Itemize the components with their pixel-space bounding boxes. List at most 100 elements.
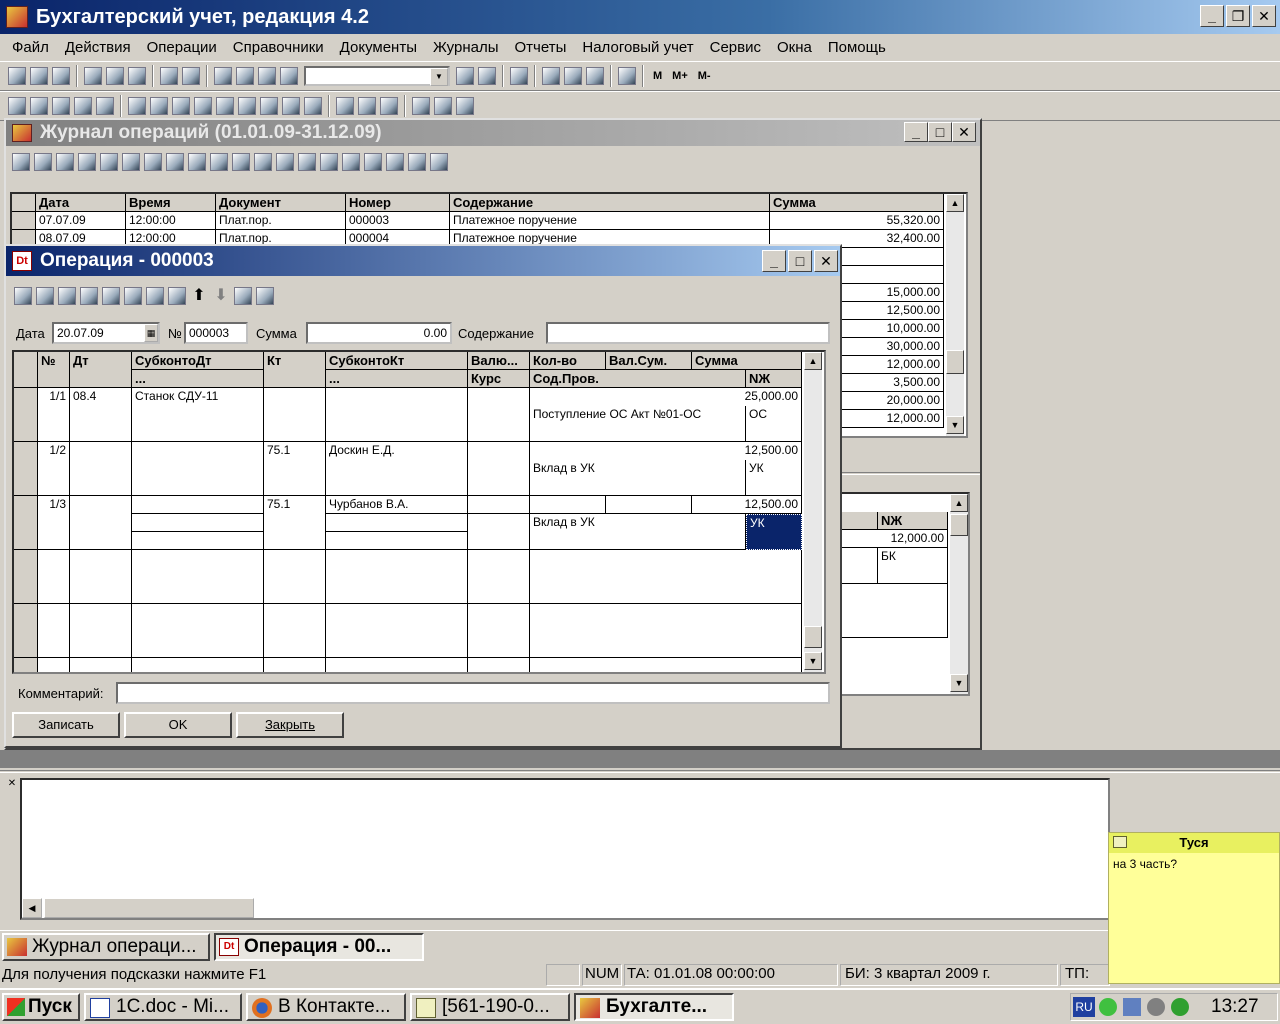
journal-tool-7-icon[interactable]	[144, 153, 162, 171]
scroll-up-icon[interactable]: ▲	[946, 194, 964, 212]
menu-service[interactable]: Сервис	[702, 39, 769, 56]
menu-reports[interactable]: Отчеты	[507, 39, 575, 56]
save-button[interactable]: Записать	[12, 712, 120, 738]
col-subconto-dt-2[interactable]: ...	[132, 370, 264, 388]
scroll-up-icon[interactable]: ▲	[804, 352, 822, 370]
menu-operations[interactable]: Операции	[139, 39, 225, 56]
close-dialog-button[interactable]: Закрыть	[236, 712, 344, 738]
col-n[interactable]: №	[38, 352, 70, 388]
op-new-entry-icon[interactable]	[14, 287, 32, 305]
calc-2-icon[interactable]	[358, 97, 376, 115]
clock[interactable]: 13:27	[1211, 996, 1259, 1018]
journal-tool-12-icon[interactable]	[254, 153, 272, 171]
task-firefox[interactable]: В Контакте...	[246, 993, 406, 1021]
antivirus-icon[interactable]	[1171, 998, 1189, 1016]
comment-field[interactable]	[116, 682, 830, 704]
number-field[interactable]: 000003	[184, 322, 248, 344]
calc-1-icon[interactable]	[336, 97, 354, 115]
col-entry-nzh[interactable]: NЖ	[746, 370, 802, 388]
calendar-icon[interactable]	[564, 67, 582, 85]
print-preview-icon[interactable]	[182, 67, 200, 85]
journal-tool-6-icon[interactable]	[122, 153, 140, 171]
journal-cell[interactable]: Плат.пор.	[216, 212, 346, 230]
op-help-icon[interactable]	[234, 287, 252, 305]
menu-documents[interactable]: Документы	[332, 39, 425, 56]
journal-tool-9-icon[interactable]	[188, 153, 206, 171]
entry-cell[interactable]: 75.1	[264, 442, 326, 496]
col-content[interactable]: Содержание	[450, 194, 770, 212]
journal-maximize-button[interactable]: □	[928, 122, 952, 142]
globe-2-icon[interactable]	[434, 97, 452, 115]
task-notepad[interactable]: [561-190-0...	[410, 993, 570, 1021]
report-7-icon[interactable]	[260, 97, 278, 115]
col-sum[interactable]: Сумма	[770, 194, 944, 212]
journal-cell[interactable]: 07.07.09	[36, 212, 126, 230]
tab-operation[interactable]: Dt Операция - 00...	[214, 933, 424, 961]
op-context-help-icon[interactable]	[256, 287, 274, 305]
op-tool-6-icon[interactable]	[124, 287, 142, 305]
sticky-note[interactable]: Туся на 3 часть?	[1108, 832, 1280, 984]
journal-tool-3-icon[interactable]	[56, 153, 74, 171]
entry-cell[interactable]	[326, 388, 468, 442]
journal-tool-1-icon[interactable]	[12, 153, 30, 171]
entry-cell[interactable]: 1/1	[38, 388, 70, 442]
operations-icon[interactable]	[52, 97, 70, 115]
arrow-up-icon[interactable]: ⬆	[190, 287, 208, 305]
calendar-icon[interactable]: ▦	[144, 324, 158, 342]
copy-icon[interactable]	[106, 67, 124, 85]
tab-journal[interactable]: Журнал операци...	[2, 933, 210, 961]
report-1-icon[interactable]	[128, 97, 146, 115]
arrow-down-icon[interactable]: ⬇	[212, 287, 230, 305]
col-number[interactable]: Номер	[346, 194, 450, 212]
col-subconto-kt[interactable]: СубконтоКт	[326, 352, 468, 370]
help-icon[interactable]	[510, 67, 528, 85]
menu-windows[interactable]: Окна	[769, 39, 820, 56]
col-subconto-dt[interactable]: СубконтоДт	[132, 352, 264, 370]
new-icon[interactable]	[8, 67, 26, 85]
col-kt[interactable]: Кт	[264, 352, 326, 388]
scroll-down-icon[interactable]: ▼	[804, 652, 822, 670]
find-icon[interactable]	[280, 67, 298, 85]
task-word[interactable]: 1C.doc - Mi...	[84, 993, 242, 1021]
journal-tool-4-icon[interactable]	[78, 153, 96, 171]
menu-tax[interactable]: Налоговый учет	[574, 39, 701, 56]
menu-references[interactable]: Справочники	[225, 39, 332, 56]
scroll-down-icon[interactable]: ▼	[946, 416, 964, 434]
tools-icon[interactable]	[96, 97, 114, 115]
entry-cell[interactable]	[70, 442, 132, 496]
entries-col-nzh[interactable]: NЖ	[878, 512, 948, 530]
entries-code-cell[interactable]: БК	[878, 548, 948, 584]
entry-cell[interactable]: 1/3	[38, 496, 70, 550]
entry-cell[interactable]: ОС	[746, 406, 802, 442]
undo-icon[interactable]	[236, 67, 254, 85]
chart-of-accounts-icon[interactable]	[8, 97, 26, 115]
journal-tool-19-icon[interactable]	[408, 153, 426, 171]
report-2-icon[interactable]	[150, 97, 168, 115]
journal-cell[interactable]: 12:00:00	[126, 212, 216, 230]
journal-close-button[interactable]: ✕	[952, 122, 976, 142]
journal-cell[interactable]: Платежное поручение	[450, 212, 770, 230]
journal-tool-15-icon[interactable]	[320, 153, 338, 171]
journal-tool-16-icon[interactable]	[342, 153, 360, 171]
entry-cell[interactable]: Вклад в УК	[530, 460, 746, 496]
sum-field[interactable]: 0.00	[306, 322, 452, 344]
mem-minus-button[interactable]: M-	[698, 70, 711, 82]
col-time[interactable]: Время	[126, 194, 216, 212]
journal-tool-11-icon[interactable]	[232, 153, 250, 171]
col-date[interactable]: Дата	[36, 194, 126, 212]
op-insert-icon[interactable]	[36, 287, 54, 305]
entry-cell[interactable]	[132, 496, 264, 514]
col-entry-sum[interactable]: Сумма	[692, 352, 802, 370]
op-tool-7-icon[interactable]	[146, 287, 164, 305]
search-combo[interactable]	[304, 66, 450, 86]
globe-1-icon[interactable]	[412, 97, 430, 115]
journal-tool-17-icon[interactable]	[364, 153, 382, 171]
close-button[interactable]: ✕	[1252, 5, 1276, 27]
col-document[interactable]: Документ	[216, 194, 346, 212]
op-delete-icon[interactable]	[102, 287, 120, 305]
menu-help[interactable]: Помощь	[820, 39, 894, 56]
subconto-icon[interactable]	[30, 97, 48, 115]
book-icon[interactable]	[618, 67, 636, 85]
entry-cell[interactable]: Доскин Е.Д.	[326, 442, 468, 496]
cut-icon[interactable]	[84, 67, 102, 85]
